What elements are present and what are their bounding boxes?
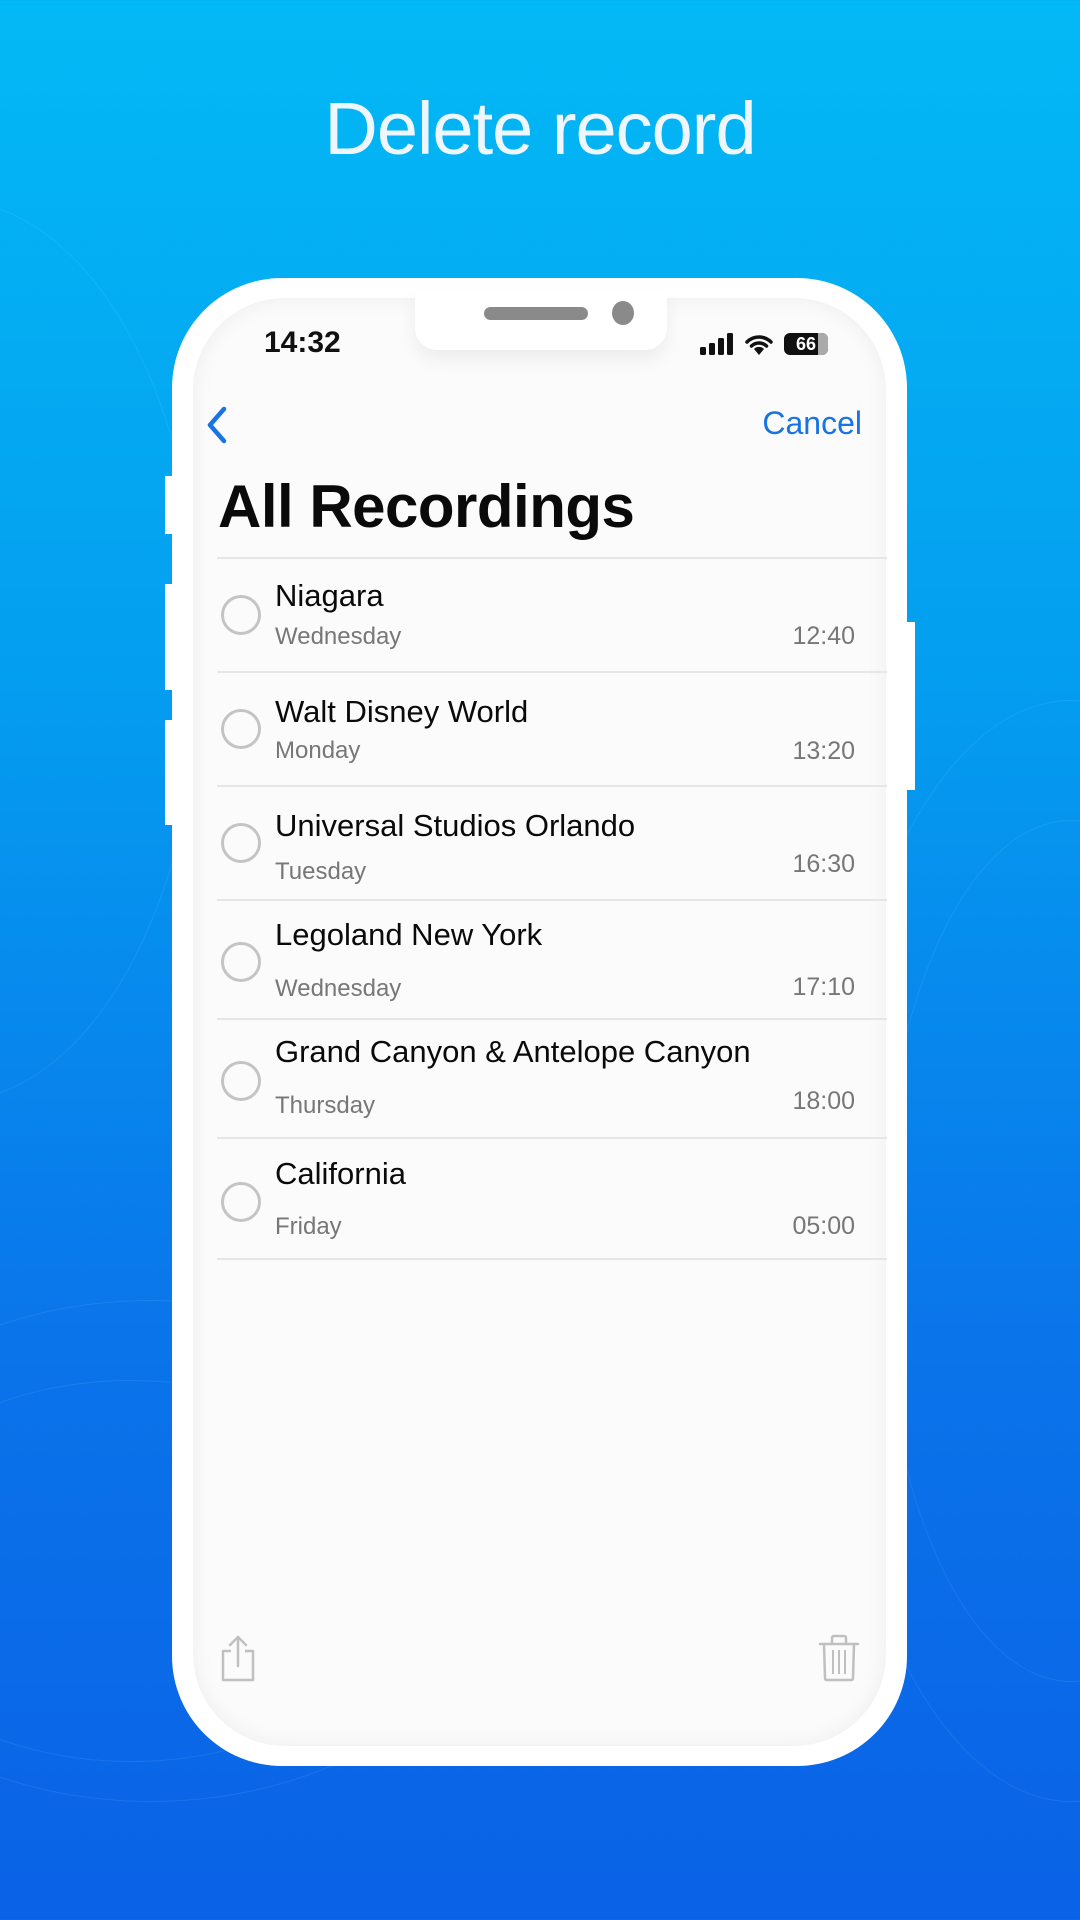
recording-day: Tuesday (275, 858, 367, 885)
recording-day: Wednesday (275, 975, 402, 1002)
recording-duration: 12:40 (792, 622, 855, 650)
page-headline: Delete record (324, 87, 756, 170)
battery-level: 66 (795, 333, 817, 354)
recording-duration: 18:00 (792, 1087, 855, 1115)
phone-speaker (484, 307, 588, 320)
select-radio[interactable] (221, 709, 261, 749)
list-item[interactable]: Niagara Wednesday 12:40 (217, 559, 887, 673)
status-icons: 66 (700, 333, 828, 355)
signal-icon (700, 333, 733, 355)
recording-duration: 16:30 (792, 850, 855, 878)
trash-icon[interactable] (818, 1634, 860, 1682)
recording-name: Niagara (275, 578, 384, 613)
recording-name: Universal Studios Orlando (275, 808, 636, 843)
battery-icon: 66 (784, 333, 828, 355)
list-item[interactable]: Legoland New York Wednesday 17:10 (217, 901, 887, 1020)
select-radio[interactable] (221, 823, 261, 863)
select-radio[interactable] (221, 1182, 261, 1222)
chevron-left-icon[interactable] (202, 403, 232, 447)
wifi-icon (745, 335, 773, 355)
recording-name: Grand Canyon & Antelope Canyon (275, 1034, 751, 1069)
recording-day: Monday (275, 737, 361, 764)
share-icon[interactable] (218, 1634, 258, 1682)
recording-name: California (275, 1156, 406, 1191)
recording-name: Legoland New York (275, 917, 543, 952)
recording-day: Friday (275, 1213, 342, 1240)
recording-day: Wednesday (275, 623, 402, 650)
select-radio[interactable] (221, 1061, 261, 1101)
page-title: All Recordings (218, 473, 635, 540)
status-time: 14:32 (264, 326, 341, 359)
select-radio[interactable] (221, 942, 261, 982)
recordings-list: Niagara Wednesday 12:40 Walt Disney Worl… (217, 557, 887, 1260)
phone-camera (612, 301, 634, 325)
recording-name: Walt Disney World (275, 694, 529, 729)
cancel-button[interactable]: Cancel (762, 405, 862, 442)
recording-duration: 05:00 (792, 1212, 855, 1240)
recording-duration: 13:20 (792, 737, 855, 765)
list-item[interactable]: Universal Studios Orlando Tuesday 16:30 (217, 787, 887, 901)
list-item[interactable]: Walt Disney World Monday 13:20 (217, 673, 887, 787)
list-item[interactable]: California Friday 05:00 (217, 1139, 887, 1260)
list-item[interactable]: Grand Canyon & Antelope Canyon Thursday … (217, 1020, 887, 1139)
recording-day: Thursday (275, 1092, 376, 1119)
recording-duration: 17:10 (792, 973, 855, 1001)
select-radio[interactable] (221, 595, 261, 635)
